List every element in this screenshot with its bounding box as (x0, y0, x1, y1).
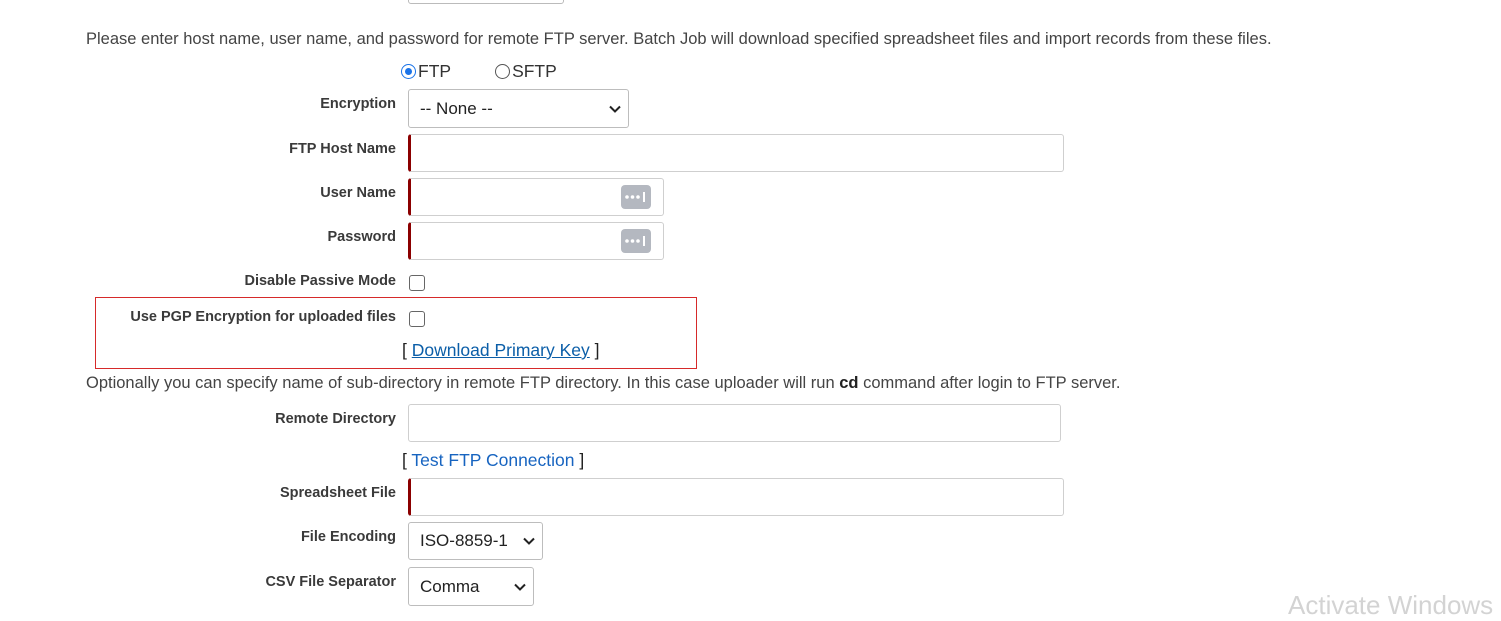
radio-sftp-circle[interactable] (495, 64, 511, 79)
disable-passive-label: Disable Passive Mode (244, 273, 396, 289)
activate-windows-watermark: Activate Windows (1288, 590, 1494, 620)
spreadsheet-file-input[interactable] (408, 478, 1064, 516)
bracket-close: ] (579, 450, 585, 470)
bracket-open: [ (402, 450, 407, 470)
pgp-label: Use PGP Encryption for uploaded files (130, 309, 396, 325)
file-encoding-value: ISO-8859-1 (420, 531, 508, 550)
bracket-close: ] (594, 340, 600, 360)
password-input[interactable] (408, 222, 664, 260)
chevron-down-icon (609, 105, 621, 113)
radio-ftp-circle[interactable] (401, 64, 416, 79)
keypass-icon[interactable] (621, 185, 651, 209)
encryption-select[interactable]: -- None -- (408, 89, 629, 128)
bracket-open: [ (402, 340, 407, 360)
test-ftp-connection-link[interactable]: Test FTP Connection (411, 450, 574, 470)
subdir-text-before: Optionally you can specify name of sub-d… (86, 374, 840, 392)
ftp-host-input[interactable] (408, 134, 1064, 172)
password-label: Password (327, 229, 397, 245)
remote-directory-input[interactable] (408, 404, 1061, 442)
keypass-dots-icon (625, 236, 645, 246)
ftp-host-label: FTP Host Name (289, 141, 396, 157)
ftp-intro-text: Please enter host name, user name, and p… (86, 30, 1272, 48)
pgp-checkbox[interactable] (409, 311, 425, 327)
encryption-value: -- None -- (420, 98, 493, 118)
csv-separator-value: Comma (420, 576, 480, 596)
file-encoding-label: File Encoding (300, 529, 396, 545)
chevron-down-icon (514, 583, 526, 591)
file-encoding-select[interactable]: ISO-8859-1 (408, 522, 543, 560)
chevron-down-icon (523, 537, 535, 545)
download-primary-key-link[interactable]: Download Primary Key (412, 340, 590, 360)
radio-sftp-label: SFTP (512, 61, 557, 81)
subdir-text-after: command after login to FTP server. (858, 374, 1121, 392)
test-connection-link-line: [ Test FTP Connection ] (402, 450, 584, 471)
spreadsheet-file-label: Spreadsheet File (279, 485, 396, 501)
radio-ftp-label: FTP (418, 61, 452, 81)
remote-directory-label: Remote Directory (275, 411, 396, 427)
radio-ftp[interactable]: FTP (401, 61, 451, 82)
csv-separator-label: CSV File Separator (265, 574, 396, 590)
encryption-label: Encryption (320, 96, 396, 112)
subdir-text-cmd: cd (839, 374, 859, 392)
disable-passive-checkbox[interactable] (409, 275, 425, 291)
csv-separator-select[interactable]: Comma (408, 567, 534, 606)
previous-field-stub (408, 0, 564, 4)
user-name-input[interactable] (408, 178, 664, 216)
user-name-label: User Name (320, 185, 396, 201)
pgp-highlight-box (95, 297, 697, 369)
keypass-icon[interactable] (621, 229, 651, 253)
subdir-intro-text: Optionally you can specify name of sub-d… (86, 374, 1120, 393)
keypass-dots-icon (625, 192, 645, 202)
radio-sftp[interactable]: SFTP (495, 61, 557, 82)
download-key-link-line: [ Download Primary Key ] (402, 340, 599, 361)
protocol-radio-group: FTP SFTP (401, 61, 557, 82)
